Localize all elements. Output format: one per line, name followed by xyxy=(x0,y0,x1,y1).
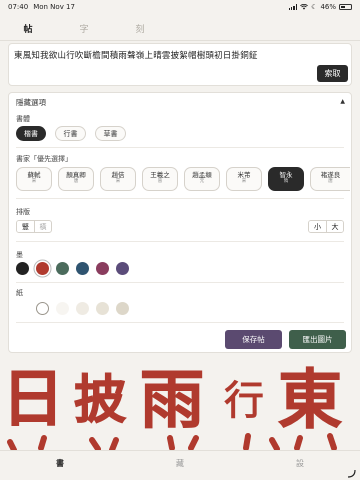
paper-swatch-selected[interactable] xyxy=(36,302,49,315)
bottom-tab-shu[interactable]: 書 xyxy=(0,451,120,480)
paper-swatch[interactable] xyxy=(76,302,89,315)
calligrapher-option-selected[interactable]: 智永隋 xyxy=(268,167,304,191)
preview-char: 東 xyxy=(278,363,342,438)
divider xyxy=(16,322,344,323)
paper-swatch[interactable] xyxy=(56,302,69,315)
battery-text: 46% xyxy=(320,3,336,11)
ink-label: 墨 xyxy=(16,251,23,259)
paper-swatch[interactable] xyxy=(116,302,129,315)
orientation-toggle[interactable]: 豎 橫 xyxy=(16,220,52,233)
size-large[interactable]: 大 xyxy=(326,221,343,232)
ink-swatch-selected[interactable] xyxy=(36,262,49,275)
tab-tie[interactable]: 帖 xyxy=(0,18,56,41)
style-option-xingshu[interactable]: 行書 xyxy=(55,126,86,141)
style-label: 書體 xyxy=(16,115,30,123)
ink-swatch[interactable] xyxy=(96,262,109,275)
text-input[interactable]: 東風知我欲山行吹斷檐間積雨聲嶺上晴雲披絮帽樹頭初日掛銅鉦 xyxy=(14,49,258,61)
save-button[interactable]: 保存帖 xyxy=(225,330,282,349)
divider xyxy=(16,241,344,242)
wifi-icon xyxy=(300,4,309,10)
calligrapher-option[interactable]: 米芾宋 xyxy=(226,167,262,191)
size-toggle[interactable]: 小 大 xyxy=(308,220,344,233)
preview-char: 披 xyxy=(74,370,126,431)
top-tabs: 帖 字 刻 xyxy=(0,18,360,41)
calligrapher-option[interactable]: 褚遂良唐 xyxy=(310,167,350,191)
export-image-button[interactable]: 匯出圖片 xyxy=(289,330,346,349)
ink-swatch[interactable] xyxy=(76,262,89,275)
ink-swatch[interactable] xyxy=(56,262,69,275)
paper-label: 紙 xyxy=(16,289,23,297)
battery-icon xyxy=(339,4,352,10)
bottom-tab-cang[interactable]: 藏 xyxy=(120,451,240,480)
preview-char: 日 xyxy=(2,362,64,435)
preview-char: 雨 xyxy=(140,363,204,438)
bottom-tab-bar: 書 藏 設 xyxy=(0,450,360,480)
options-header[interactable]: 隱藏選項 xyxy=(16,97,46,108)
preview-strokes xyxy=(7,433,337,450)
tab-ke[interactable]: 刻 xyxy=(112,18,168,40)
style-option-kaishu[interactable]: 楷書 xyxy=(16,126,46,141)
moon-icon: ☾ xyxy=(311,3,318,11)
signal-icon xyxy=(288,4,298,10)
orientation-vertical[interactable]: 豎 xyxy=(17,221,34,232)
calligrapher-option[interactable]: 趙佶宋 xyxy=(100,167,136,191)
paper-swatch[interactable] xyxy=(96,302,109,315)
ink-swatch[interactable] xyxy=(116,262,129,275)
divider xyxy=(16,147,344,148)
orientation-horizontal[interactable]: 橫 xyxy=(34,221,51,232)
divider xyxy=(16,198,344,199)
calligrapher-option[interactable]: 趙孟頫元 xyxy=(184,167,220,191)
preview-char: 行 xyxy=(224,378,264,424)
status-date: Mon Nov 17 xyxy=(33,3,75,11)
text-input-card[interactable]: 東風知我欲山行吹斷檐間積雨聲嶺上晴雲披絮帽樹頭初日掛銅鉦 索取 xyxy=(8,43,352,86)
options-panel: 隱藏選項 ▲ 書體 楷書 行書 草書 書家「優先選擇」 蘇軾宋 顏真卿唐 趙佶宋… xyxy=(8,92,352,353)
tab-divider xyxy=(0,40,360,41)
status-time: 07:40 xyxy=(8,3,29,11)
size-small[interactable]: 小 xyxy=(309,221,326,232)
layout-label: 排版 xyxy=(16,208,30,216)
calligrapher-option[interactable]: 王羲之晉 xyxy=(142,167,178,191)
calligrapher-option[interactable]: 蘇軾宋 xyxy=(16,167,52,191)
style-option-caoshu[interactable]: 草書 xyxy=(95,126,126,141)
resize-grip-icon[interactable] xyxy=(346,468,356,478)
divider xyxy=(16,282,344,283)
triangle-up-icon[interactable]: ▲ xyxy=(340,98,345,105)
calligraphy-preview[interactable]: 日 披 雨 行 東 xyxy=(0,356,360,450)
preview-canvas: 日 披 雨 行 東 xyxy=(2,362,343,450)
search-button[interactable]: 索取 xyxy=(317,65,348,82)
status-indicators: ☾ 46% xyxy=(288,3,352,11)
calligrapher-label: 書家「優先選擇」 xyxy=(16,155,72,163)
calligrapher-option[interactable]: 顏真卿唐 xyxy=(58,167,94,191)
tab-zi[interactable]: 字 xyxy=(56,18,112,40)
ink-swatch[interactable] xyxy=(16,262,29,275)
bottom-tab-she[interactable]: 設 xyxy=(240,451,360,480)
status-bar: 07:40 Mon Nov 17 ☾ 46% xyxy=(0,0,360,14)
